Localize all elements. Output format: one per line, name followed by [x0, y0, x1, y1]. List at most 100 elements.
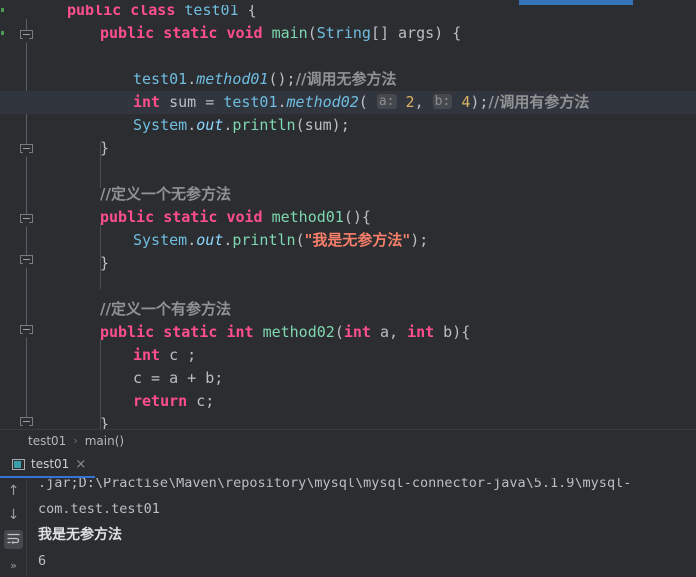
code-token: return	[133, 392, 188, 410]
code-token: //调用有参方法	[488, 93, 590, 111]
code-token: .	[277, 93, 287, 111]
code-token: method01	[196, 70, 269, 88]
breadcrumb[interactable]: test01 › main()	[0, 429, 696, 451]
close-icon[interactable]: ×	[75, 458, 86, 471]
breadcrumb-item-method[interactable]: main()	[85, 434, 124, 448]
code-token: test01	[223, 93, 278, 111]
ide-window: public class test01 {public static void …	[0, 0, 696, 577]
editor-gutter[interactable]	[5, 5, 45, 429]
soft-wrap-button[interactable]	[4, 530, 23, 549]
code-line[interactable]: //定义一个有参方法	[100, 298, 231, 321]
code-token: int	[407, 323, 435, 341]
code-line[interactable]: public static void main(String[] args) {	[100, 22, 461, 45]
code-token: (	[295, 231, 305, 249]
code-token: .	[223, 231, 233, 249]
code-token: sum =	[160, 93, 224, 111]
code-line[interactable]: }	[100, 413, 109, 429]
code-token: {	[238, 5, 257, 19]
breadcrumb-separator-icon: ›	[73, 434, 78, 447]
console-line: 6	[38, 553, 47, 569]
more-options-button[interactable]: »	[4, 556, 23, 575]
code-line[interactable]: //定义一个无参方法	[100, 183, 231, 206]
code-line[interactable]: int c ;	[133, 344, 196, 367]
code-token: println	[232, 231, 296, 249]
code-fold-marker[interactable]	[20, 417, 33, 429]
code-token: (	[334, 323, 344, 341]
code-token: (sum);	[295, 116, 350, 134]
run-toolbar: ↑ ↓ »	[0, 478, 26, 577]
code-line[interactable]: c = a + b;	[133, 367, 223, 390]
code-line[interactable]: int sum = test01.method02( a: 2, b: 4);/…	[133, 91, 589, 114]
console-output[interactable]: .jar;D:\Practise\Maven\repository\mysql\…	[26, 478, 696, 577]
code-token: out	[196, 231, 224, 249]
console-line: com.test.test01	[38, 501, 160, 517]
code-line[interactable]: System.out.println("我是无参方法");	[133, 229, 428, 252]
code-line[interactable]: public static int method02(int a, int b)…	[100, 321, 470, 344]
console-line: .jar;D:\Practise\Maven\repository\mysql\…	[38, 478, 632, 491]
scroll-up-button[interactable]: ↑	[4, 482, 23, 501]
code-token: static	[163, 24, 218, 42]
code-editor[interactable]: public class test01 {public static void …	[0, 5, 696, 429]
code-token: c ;	[160, 346, 197, 364]
code-line[interactable]: public static void method01(){	[100, 206, 371, 229]
code-token: }	[100, 139, 110, 157]
code-token: public	[100, 208, 155, 226]
code-token: int	[133, 93, 161, 111]
code-token: method02	[262, 323, 335, 341]
code-token: a:	[376, 94, 397, 109]
code-fold-marker[interactable]	[20, 255, 33, 268]
code-token: .	[187, 116, 197, 134]
code-token: [] args) {	[370, 24, 462, 42]
code-token: //定义一个有参方法	[100, 300, 231, 318]
code-token: ,	[414, 93, 433, 111]
code-fold-marker[interactable]	[20, 214, 33, 227]
code-token: System	[133, 116, 188, 134]
code-token: c;	[187, 392, 215, 410]
code-token: (){	[343, 208, 371, 226]
code-token: void	[226, 24, 263, 42]
code-token: );	[470, 93, 489, 111]
code-token: class	[130, 5, 176, 19]
code-token: (	[307, 24, 317, 42]
vcs-change-marker[interactable]	[1, 31, 4, 35]
code-line[interactable]: test01.method01();//调用无参方法	[133, 68, 397, 91]
indent-guide	[100, 223, 101, 289]
code-token: //定义一个无参方法	[100, 185, 231, 203]
code-line[interactable]: }	[100, 137, 109, 160]
run-tab-bar: test01 ×	[0, 451, 696, 477]
code-token: b){	[434, 323, 471, 341]
code-token: main	[271, 24, 308, 42]
code-fold-marker[interactable]	[20, 144, 33, 157]
run-tab-test01[interactable]: test01 ×	[0, 451, 95, 477]
code-line[interactable]: }	[100, 252, 109, 275]
code-token: System	[133, 231, 188, 249]
code-line[interactable]: public class test01 {	[67, 5, 257, 22]
indent-guide	[100, 142, 101, 188]
code-token: //调用无参方法	[295, 70, 397, 88]
code-token: "我是无参方法"	[304, 231, 411, 249]
code-content[interactable]: public class test01 {public static void …	[0, 5, 696, 429]
code-fold-marker[interactable]	[20, 30, 33, 43]
code-token: void	[226, 208, 263, 226]
code-token: }	[100, 254, 110, 272]
code-token: test01	[184, 5, 239, 19]
code-token: int	[226, 323, 254, 341]
code-token: .	[187, 70, 197, 88]
vcs-change-marker[interactable]	[1, 8, 4, 12]
code-fold-marker[interactable]	[20, 325, 33, 338]
code-token: ();	[268, 70, 296, 88]
code-line[interactable]: System.out.println(sum);	[133, 114, 350, 137]
console-icon	[12, 458, 25, 470]
code-token: c = a + b;	[133, 369, 224, 387]
code-token: 2	[405, 93, 415, 111]
code-token: a,	[370, 323, 408, 341]
code-line[interactable]: return c;	[133, 390, 214, 413]
breadcrumb-item-class[interactable]: test01	[28, 434, 66, 448]
scroll-down-button[interactable]: ↓	[4, 506, 23, 525]
